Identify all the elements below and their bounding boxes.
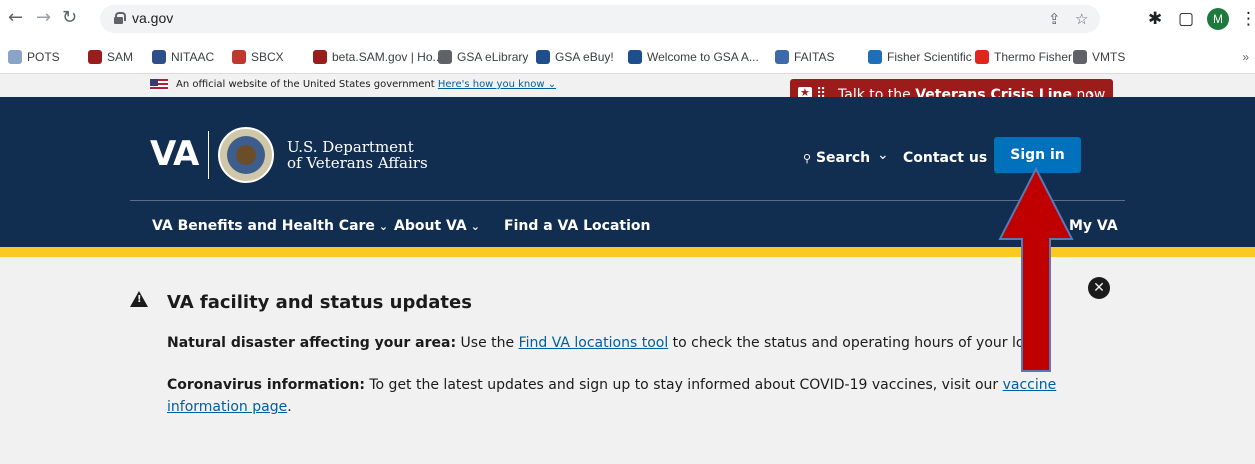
bookmark-item[interactable]: VMTS — [1073, 50, 1125, 64]
bookmarks-overflow-icon[interactable]: » — [1242, 50, 1249, 64]
vaccine-info-link-continued[interactable]: information page — [167, 399, 287, 415]
bookmark-favicon-icon — [536, 50, 550, 64]
bookmark-favicon-icon — [438, 50, 452, 64]
address-bar[interactable]: va.gov ⇪ ☆ — [100, 5, 1100, 33]
bookmark-favicon-icon — [152, 50, 166, 64]
gov-banner-text: An official website of the United States… — [176, 79, 435, 90]
bookmark-label: FAITAS — [794, 50, 835, 64]
bookmark-item[interactable]: FAITAS — [775, 50, 834, 64]
bookmark-label: beta.SAM.gov | Ho... — [332, 50, 443, 64]
nav-my-va[interactable]: My VA — [1069, 218, 1118, 234]
us-flag-icon — [150, 79, 168, 91]
bookmark-label: NITAAC — [171, 50, 215, 64]
bookmark-favicon-icon — [88, 50, 102, 64]
bookmark-favicon-icon — [975, 50, 989, 64]
header-divider — [130, 200, 1125, 201]
bookmark-item[interactable]: Fisher Scientific — [868, 50, 972, 64]
bookmark-favicon-icon — [775, 50, 789, 64]
department-name[interactable]: U.S. Department of Veterans Affairs — [287, 139, 428, 171]
share-icon[interactable]: ⇪ — [1048, 10, 1061, 28]
lock-icon — [114, 12, 126, 24]
bookmark-item[interactable]: Welcome to GSA A... — [628, 50, 759, 64]
bookmark-favicon-icon — [868, 50, 882, 64]
bookmark-favicon-icon — [232, 50, 246, 64]
vaccine-info-link[interactable]: vaccine — [1003, 377, 1057, 393]
find-va-locations-link[interactable]: Find VA locations tool — [519, 335, 669, 351]
alert-paragraph-coronavirus: Coronavirus information: To get the late… — [167, 377, 1057, 415]
bookmark-favicon-icon — [313, 50, 327, 64]
close-icon[interactable]: ✕ — [1088, 277, 1110, 299]
url-text: va.gov — [132, 10, 174, 26]
nav-about-va[interactable]: About VA ⌄ — [394, 218, 480, 234]
va-seal-icon — [218, 127, 274, 183]
va-logo[interactable]: VA — [150, 134, 199, 174]
alert-title: VA facility and status updates — [167, 292, 472, 313]
bookmark-label: POTS — [27, 50, 60, 64]
bookmark-label: SAM — [107, 50, 134, 64]
extensions-puzzle-icon[interactable]: ✱ — [1148, 9, 1162, 29]
bookmark-item[interactable]: SAM — [88, 50, 133, 64]
reload-icon[interactable]: ↻ — [62, 8, 77, 28]
bookmark-item[interactable]: SBCX — [232, 50, 284, 64]
side-panel-icon[interactable]: ▢ — [1178, 9, 1194, 29]
bookmark-label: VMTS — [1092, 50, 1126, 64]
chevron-down-icon: ⌄ — [378, 220, 389, 233]
bookmark-favicon-icon — [8, 50, 22, 64]
chevron-down-icon: ⌄ — [470, 220, 480, 233]
bookmark-item[interactable]: beta.SAM.gov | Ho... — [313, 50, 443, 64]
nav-va-benefits[interactable]: VA Benefits and Health Care ⌄ — [152, 218, 388, 234]
profile-avatar[interactable]: M — [1207, 8, 1229, 30]
menu-kebab-icon[interactable]: ⋮ — [1240, 9, 1255, 29]
bookmark-item[interactable]: POTS — [8, 50, 60, 64]
warning-icon — [130, 291, 148, 307]
search-button[interactable]: ⚲ Search — [803, 150, 870, 166]
bookmark-item[interactable]: GSA eBuy! — [536, 50, 614, 64]
bookmark-item[interactable]: GSA eLibrary — [438, 50, 528, 64]
bookmark-star-icon[interactable]: ☆ — [1075, 10, 1088, 28]
bookmark-item[interactable]: NITAAC — [152, 50, 214, 64]
chevron-down-icon[interactable]: ⌄ — [877, 147, 889, 163]
search-icon: ⚲ — [803, 152, 812, 165]
bookmark-label: SBCX — [251, 50, 284, 64]
bookmark-label: Thermo Fisher — [994, 50, 1073, 64]
annotation-arrow-icon — [998, 166, 1074, 372]
alert-paragraph-disaster: Natural disaster affecting your area: Us… — [167, 335, 1022, 351]
back-arrow-icon[interactable]: ← — [8, 8, 23, 28]
bookmark-label: Fisher Scientific — [887, 50, 972, 64]
bookmark-favicon-icon — [628, 50, 642, 64]
bookmark-label: Welcome to GSA A... — [647, 50, 759, 64]
bookmark-item[interactable]: Thermo Fisher — [975, 50, 1072, 64]
bookmark-favicon-icon — [1073, 50, 1087, 64]
heres-how-you-know-link[interactable]: Here's how you know ⌄ — [438, 79, 556, 90]
forward-arrow-icon[interactable]: → — [36, 8, 51, 28]
contact-us-link[interactable]: Contact us — [903, 150, 987, 166]
bookmark-label: GSA eLibrary — [457, 50, 529, 64]
bookmark-label: GSA eBuy! — [555, 50, 614, 64]
bookmarks-bar: POTS SAM NITAAC SBCX beta.SAM.gov | Ho... GSA… — [0, 42, 1255, 74]
nav-find-va-location[interactable]: Find a VA Location — [504, 218, 651, 234]
browser-toolbar: ← → ↻ va.gov ⇪ ☆ ✱ ▢ M ⋮ — [0, 0, 1255, 42]
logo-divider — [208, 131, 209, 179]
